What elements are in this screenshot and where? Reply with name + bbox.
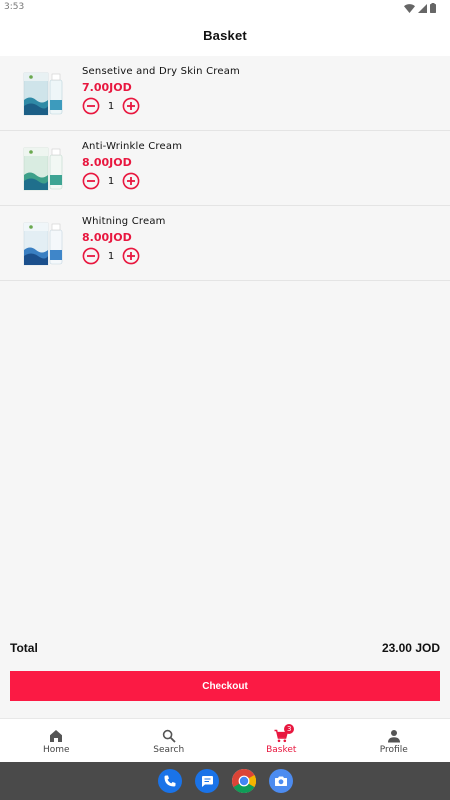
- app-bar: Basket: [0, 16, 450, 56]
- product-image: [23, 222, 63, 266]
- nav-label: Basket: [266, 745, 297, 755]
- page-title: Basket: [203, 28, 247, 43]
- product-price: 8.00JOD: [82, 156, 132, 169]
- phone-icon[interactable]: [157, 769, 182, 793]
- minus-circle-icon[interactable]: [82, 247, 100, 265]
- product-name: Anti-Wrinkle Cream: [82, 141, 183, 152]
- camera-icon[interactable]: [268, 769, 293, 793]
- quantity-stepper: 1: [82, 247, 140, 265]
- plus-circle-icon[interactable]: [122, 97, 140, 115]
- basket-item: Whitning Cream 8.00JOD 1: [0, 206, 450, 281]
- nav-item-search[interactable]: Search: [113, 719, 226, 762]
- product-price: 7.00JOD: [82, 81, 132, 94]
- basket-item: Anti-Wrinkle Cream 8.00JOD 1: [0, 131, 450, 206]
- product-image: [23, 72, 63, 116]
- phone-glyph: [164, 775, 175, 787]
- camera-glyph: [274, 776, 287, 786]
- chrome-glyph: [231, 769, 256, 793]
- battery-icon: [430, 3, 436, 13]
- basket-content: Sensetive and Dry Skin Cream 7.00JOD 1 A…: [0, 56, 450, 718]
- minus-circle-icon[interactable]: [82, 97, 100, 115]
- plus-circle-icon[interactable]: [122, 247, 140, 265]
- minus-circle-icon[interactable]: [82, 172, 100, 190]
- status-icons: [404, 3, 436, 13]
- system-dock: [0, 762, 450, 800]
- nav-item-profile[interactable]: Profile: [338, 719, 450, 762]
- product-image: [23, 147, 63, 191]
- status-bar: 3:53: [0, 0, 450, 16]
- plus-circle-icon[interactable]: [122, 172, 140, 190]
- nav-item-basket[interactable]: 3 Basket: [225, 719, 338, 762]
- quantity-stepper: 1: [82, 172, 140, 190]
- basket-item: Sensetive and Dry Skin Cream 7.00JOD 1: [0, 56, 450, 131]
- cart-count-badge: 3: [284, 724, 295, 734]
- total-row: Total 23.00 JOD: [10, 641, 440, 655]
- total-value: 23.00 JOD: [381, 641, 440, 655]
- quantity-value: 1: [107, 100, 115, 112]
- nav-item-home[interactable]: Home: [0, 719, 113, 762]
- quantity-stepper: 1: [82, 97, 140, 115]
- nav-label: Home: [42, 745, 70, 755]
- product-name: Sensetive and Dry Skin Cream: [82, 66, 240, 77]
- cellular-signal-icon: [418, 3, 427, 13]
- person-icon: [387, 730, 400, 743]
- status-time: 3:53: [4, 2, 25, 12]
- total-label: Total: [10, 641, 38, 655]
- quantity-value: 1: [107, 175, 115, 187]
- basket-list: Sensetive and Dry Skin Cream 7.00JOD 1 A…: [0, 56, 450, 281]
- checkout-button[interactable]: Checkout: [10, 671, 440, 701]
- chrome-icon[interactable]: [231, 769, 256, 793]
- product-name: Whitning Cream: [82, 216, 166, 227]
- search-icon: [162, 729, 176, 743]
- home-icon: [50, 730, 63, 742]
- nav-label: Search: [153, 745, 185, 755]
- bottom-nav: Home Search 3 Basket Profile: [0, 718, 450, 762]
- quantity-value: 1: [107, 250, 115, 262]
- message-glyph: [201, 776, 213, 787]
- wifi-icon: [404, 3, 415, 13]
- product-price: 8.00JOD: [82, 231, 132, 244]
- messages-icon[interactable]: [194, 769, 219, 793]
- nav-label: Profile: [379, 745, 408, 755]
